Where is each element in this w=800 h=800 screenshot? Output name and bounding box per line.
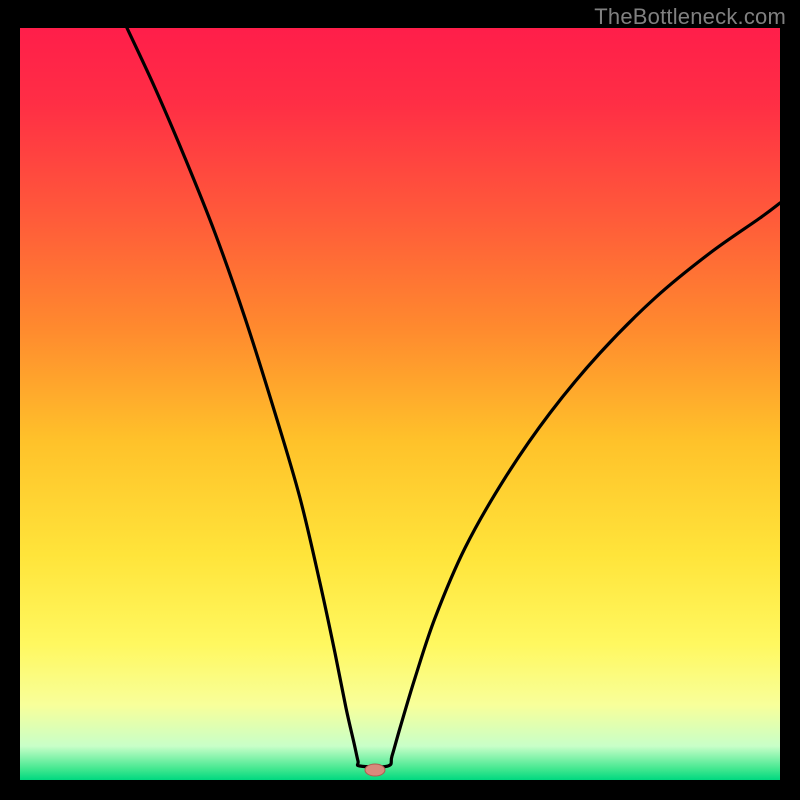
watermark-text: TheBottleneck.com xyxy=(594,4,786,30)
gradient-background xyxy=(20,28,780,780)
plot-area xyxy=(20,28,780,780)
chart-svg xyxy=(20,28,780,780)
chart-frame: TheBottleneck.com xyxy=(0,0,800,800)
min-marker xyxy=(365,764,385,776)
